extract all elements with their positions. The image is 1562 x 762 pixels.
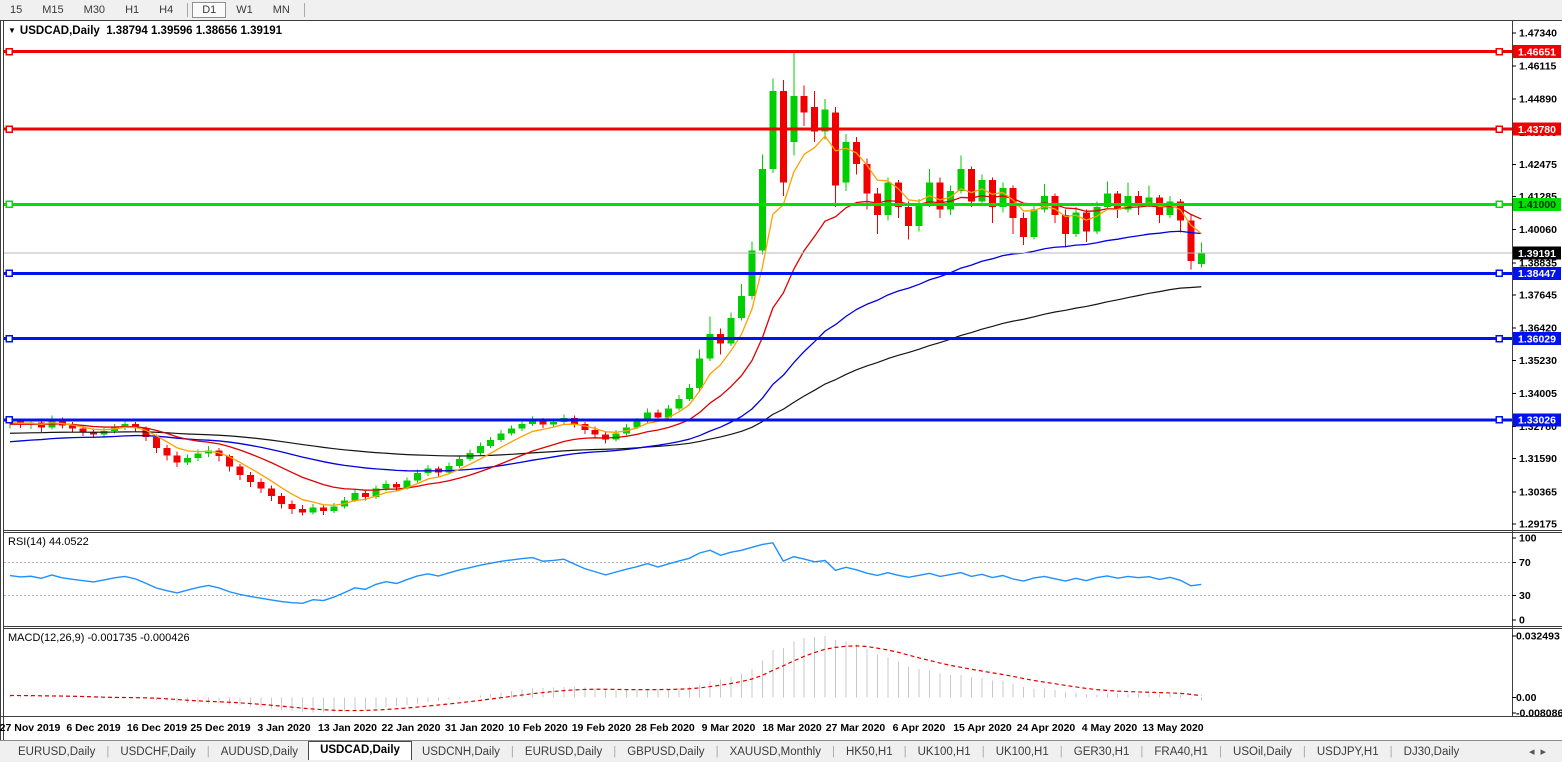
time-axis-label: 31 Jan 2020 xyxy=(445,722,504,734)
chart-title-symbol: USDCAD,Daily xyxy=(20,25,100,37)
svg-text:1.43780: 1.43780 xyxy=(1518,124,1556,136)
time-axis-label: 18 Mar 2020 xyxy=(762,722,822,734)
svg-text:1.33026: 1.33026 xyxy=(1518,415,1556,427)
svg-text:1.36029: 1.36029 xyxy=(1518,333,1556,345)
svg-text:1.38447: 1.38447 xyxy=(1518,268,1556,280)
price-axis-label: 1.31590 xyxy=(1519,453,1557,465)
chart-tab-bar: EURUSD,Daily|USDCHF,Daily|AUDUSD,DailyUS… xyxy=(0,740,1562,762)
time-axis[interactable]: 27 Nov 2019 6 Dec 2019 16 Dec 201925 Dec 2… xyxy=(0,722,1204,734)
level-price-tag: 1.41000 xyxy=(1513,198,1561,211)
level-price-tag: 1.36029 xyxy=(1513,332,1561,345)
price-axis-label: 1.46115 xyxy=(1519,61,1557,73)
chart-tab-dj30-15[interactable]: DJ30,Daily xyxy=(1394,744,1470,760)
time-axis-label: 19 Feb 2020 xyxy=(572,722,632,734)
rsi-axis-label: 30 xyxy=(1519,590,1531,602)
symbol-dropdown-icon[interactable]: ▼ xyxy=(8,26,16,35)
chart-title: ▼ USDCAD,Daily 1.38794 1.39596 1.38656 1.… xyxy=(8,25,282,37)
level-price-tag: 1.33026 xyxy=(1513,413,1561,426)
svg-text:1.46651: 1.46651 xyxy=(1518,46,1556,58)
level-price-tag: 1.46651 xyxy=(1513,45,1561,58)
chart-tab-usoil-13[interactable]: USOil,Daily xyxy=(1223,744,1302,760)
time-axis-label: 6 Dec 2019 xyxy=(66,722,120,734)
time-axis-label: 25 Dec 2019 xyxy=(190,722,250,734)
macd-name: MACD(12,26,9) xyxy=(8,632,84,644)
time-axis-label: 10 Feb 2020 xyxy=(508,722,568,734)
price-axis-label: 1.47340 xyxy=(1519,27,1557,39)
chart-tab-usdchf-1[interactable]: USDCHF,Daily xyxy=(110,744,205,760)
chart-tab-usdcnh-4[interactable]: USDCNH,Daily xyxy=(412,744,510,760)
time-axis-label: 9 Mar 2020 xyxy=(702,722,756,734)
time-axis-label: 15 Apr 2020 xyxy=(953,722,1012,734)
rsi-value: 44.0522 xyxy=(49,536,89,548)
chart-tab-fra40-12[interactable]: FRA40,H1 xyxy=(1144,744,1218,760)
rsi-name: RSI(14) xyxy=(8,536,46,548)
chart-tab-ger30-11[interactable]: GER30,H1 xyxy=(1064,744,1140,760)
chart-tab-xauusd-7[interactable]: XAUUSD,Monthly xyxy=(720,744,831,760)
price-axis-label: 1.30365 xyxy=(1519,486,1557,498)
time-axis-label: 27 Mar 2020 xyxy=(826,722,886,734)
chart-canvas[interactable]: 1.473401.461151.448901.436651.424751.412… xyxy=(0,0,1562,740)
svg-text:1.39191: 1.39191 xyxy=(1518,248,1556,260)
rsi-indicator-label: RSI(14) 44.0522 xyxy=(8,536,89,548)
rsi-axis-label: 100 xyxy=(1519,533,1537,545)
price-axis-label: 1.29175 xyxy=(1519,518,1557,530)
time-axis-label: 28 Feb 2020 xyxy=(635,722,695,734)
chart-tab-hk50-8[interactable]: HK50,H1 xyxy=(836,744,903,760)
price-axis-label: 1.44890 xyxy=(1519,94,1557,106)
time-axis-label: 22 Jan 2020 xyxy=(382,722,441,734)
chart-tab-uk100-10[interactable]: UK100,H1 xyxy=(986,744,1059,760)
macd-axis-label: 0.00 xyxy=(1516,692,1537,704)
terminal-window: 15M15M30H1H4D1W1MN 1.473401.461151.44890… xyxy=(0,0,1562,762)
current-price-tag: 1.39191 xyxy=(1513,247,1561,260)
macd-values: -0.001735 -0.000426 xyxy=(87,632,189,644)
tab-scroll-left-icon[interactable]: ◂ xyxy=(1529,746,1541,758)
time-axis-label: 24 Apr 2020 xyxy=(1017,722,1076,734)
level-price-tag: 1.43780 xyxy=(1513,123,1561,136)
chart-tab-gbpusd-6[interactable]: GBPUSD,Daily xyxy=(617,744,714,760)
chart-tab-audusd-2[interactable]: AUDUSD,Daily xyxy=(211,744,308,760)
price-axis-label: 1.34005 xyxy=(1519,388,1557,400)
tab-scroll-arrows: ◂▸ xyxy=(1529,745,1562,758)
time-axis-label: 13 Jan 2020 xyxy=(318,722,377,734)
rsi-axis-label: 0 xyxy=(1519,615,1525,627)
chart-tab-eurusd-0[interactable]: EURUSD,Daily xyxy=(8,744,105,760)
rsi-axis-label: 70 xyxy=(1519,557,1531,569)
time-axis-label: 27 Nov 2019 xyxy=(0,722,61,734)
price-axis-label: 1.40060 xyxy=(1519,224,1557,236)
chart-tab-usdcad-3[interactable]: USDCAD,Daily xyxy=(308,741,412,760)
price-axis-label: 1.37645 xyxy=(1519,290,1557,302)
time-axis-label: 13 May 2020 xyxy=(1142,722,1203,734)
chart-title-ohlc: 1.38794 1.39596 1.38656 1.39191 xyxy=(106,25,282,37)
time-axis-label: 16 Dec 2019 xyxy=(127,722,187,734)
time-axis-label: 3 Jan 2020 xyxy=(257,722,310,734)
time-axis-label: 4 May 2020 xyxy=(1082,722,1138,734)
time-axis-label: 6 Apr 2020 xyxy=(893,722,946,734)
chart-tab-usdjpy-14[interactable]: USDJPY,H1 xyxy=(1307,744,1389,760)
macd-axis-label: -0.008086 xyxy=(1516,708,1562,720)
tab-scroll-right-icon[interactable]: ▸ xyxy=(1540,746,1552,758)
price-axis-label: 1.42475 xyxy=(1519,159,1557,171)
macd-indicator-label: MACD(12,26,9) -0.001735 -0.000426 xyxy=(8,632,190,644)
price-axis-label: 1.35230 xyxy=(1519,355,1557,367)
chart-tab-uk100-9[interactable]: UK100,H1 xyxy=(908,744,981,760)
svg-text:1.41000: 1.41000 xyxy=(1518,199,1556,211)
macd-axis-label: 0.032493 xyxy=(1516,631,1560,643)
chart-tab-eurusd-5[interactable]: EURUSD,Daily xyxy=(515,744,612,760)
level-price-tag: 1.38447 xyxy=(1513,267,1561,280)
